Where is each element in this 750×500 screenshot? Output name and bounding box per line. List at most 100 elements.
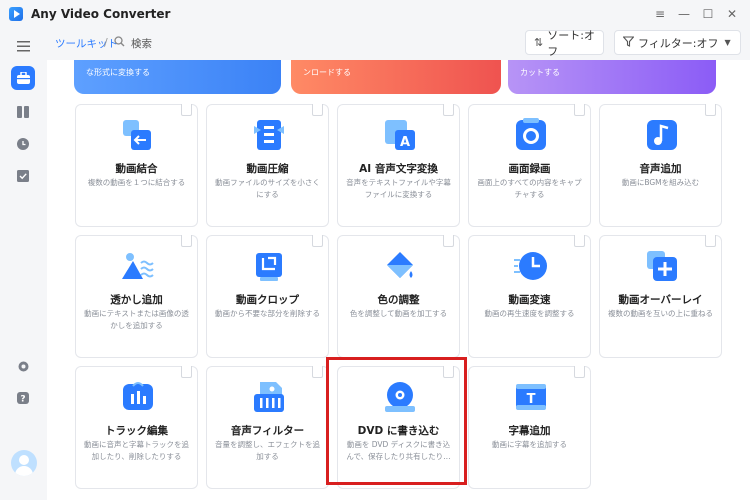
card-bookmark-icon — [312, 104, 323, 116]
app-logo-icon — [9, 7, 23, 21]
tool-card-audio-filter[interactable]: 音声フィルター 音量を調整し、エフェクトを追加する — [206, 366, 329, 489]
svg-text:?: ? — [20, 395, 25, 405]
breadcrumb-toolkit[interactable]: ツールキット — [55, 36, 118, 51]
tool-card-overlay[interactable]: 動画オーバーレイ 複数の動画を互いの上に重ねる — [599, 235, 722, 358]
card-title: トラック編集 — [105, 425, 168, 437]
tool-card-subtitle[interactable]: T 字幕追加 動画に字幕を追加する — [468, 366, 591, 489]
card-desc: 複数の動画を１つに結合する — [87, 178, 186, 187]
card-bookmark-icon — [181, 235, 192, 247]
tool-card-compress[interactable]: 動画圧縮 動画ファイルのサイズを小さくにする — [206, 104, 329, 227]
search-input[interactable]: 検索 — [131, 36, 152, 51]
card-title: 色の調整 — [377, 294, 420, 306]
close-icon[interactable]: ✕ — [720, 2, 744, 26]
user-avatar[interactable] — [11, 450, 37, 476]
tool-card-speed[interactable]: 動画変速 動画の再生速度を調整する — [468, 235, 591, 358]
card-desc: 画面上のすべての内容をキャプチャする — [477, 178, 582, 199]
tasks-icon[interactable] — [11, 164, 35, 188]
library-icon[interactable] — [11, 100, 35, 124]
card-bookmark-icon — [312, 235, 323, 247]
card-title: 動画クロップ — [236, 294, 299, 306]
watermark-icon — [122, 253, 154, 279]
card-desc: 動画に音声と字幕トラックを追加したり、削除したりする — [84, 440, 189, 461]
tool-card-add-audio[interactable]: 音声追加 動画にBGMを組み込む — [599, 104, 722, 227]
search-icon[interactable] — [114, 36, 125, 50]
card-title: 画面録画 — [508, 163, 551, 175]
card-bookmark-icon — [705, 104, 716, 116]
tool-card-track-edit[interactable]: トラック編集 動画に音声と字幕トラックを追加したり、削除したりする — [75, 366, 198, 489]
header: ツールキット / 検索 ⇅ ソート:オフ フィルター:オフ ▼ — [47, 28, 750, 60]
tool-card-dvd-burn[interactable]: DVD に書き込む 動画を DVD ディスクに書き込んで、保存したり共有したり… — [337, 366, 460, 489]
collapse-sidebar-icon[interactable] — [11, 34, 35, 58]
merge-icon — [123, 120, 151, 150]
track-edit-icon — [123, 382, 153, 410]
help-icon[interactable]: ? — [11, 386, 35, 410]
card-desc: 動画にテキストまたは画像の透かしを追加する — [84, 309, 189, 330]
banner-download[interactable]: ンロードする — [291, 60, 501, 94]
card-title: 動画圧縮 — [246, 163, 289, 175]
settings-icon[interactable] — [11, 354, 35, 378]
maximize-icon[interactable]: ☐ — [696, 2, 720, 26]
card-title: 透かし追加 — [110, 294, 163, 306]
card-bookmark-icon — [705, 235, 716, 247]
banner-convert[interactable]: な形式に変換する — [74, 60, 281, 94]
svg-text:A: A — [400, 135, 410, 150]
card-desc: 音声をテキストファイルや字幕ファイルに変換する — [346, 178, 451, 199]
sort-label: ソート:オフ — [547, 28, 595, 58]
breadcrumb-separator: / — [104, 36, 108, 49]
card-bookmark-icon — [443, 235, 454, 247]
filter-button[interactable]: フィルター:オフ ▼ — [614, 30, 741, 55]
toolkit-grid: な形式に変換する ンロードする カットする 動画結合 複数の動画を１つに結合する… — [47, 60, 750, 500]
subtitle-icon: T — [516, 384, 546, 410]
filter-label: フィルター:オフ — [638, 36, 719, 50]
screen-record-icon — [516, 118, 546, 150]
card-title: AI 音声文字変換 — [359, 163, 438, 175]
svg-text:T: T — [527, 392, 536, 407]
chevron-down-icon: ▼ — [724, 38, 731, 47]
tool-card-screen-record[interactable]: 画面録画 画面上のすべての内容をキャプチャする — [468, 104, 591, 227]
card-desc: 動画に字幕を追加する — [492, 440, 567, 449]
card-title: DVD に書き込む — [357, 425, 440, 437]
tool-card-merge[interactable]: 動画結合 複数の動画を１つに結合する — [75, 104, 198, 227]
card-title: 動画変速 — [508, 294, 551, 306]
app-title: Any Video Converter — [31, 7, 171, 21]
card-bookmark-icon — [443, 104, 454, 116]
window-controls: ≡ — ☐ ✕ — [648, 0, 744, 28]
sort-button[interactable]: ⇅ ソート:オフ — [525, 29, 604, 58]
card-desc: 動画から不要な部分を削除する — [215, 309, 320, 318]
card-desc: 動画を DVD ディスクに書き込んで、保存したり共有したり… — [346, 440, 451, 461]
card-desc: 動画にBGMを組み込む — [621, 178, 700, 187]
sidebar: ? — [0, 28, 47, 500]
card-bookmark-icon — [181, 366, 192, 378]
card-bookmark-icon — [312, 366, 323, 378]
card-title: 動画オーバーレイ — [618, 294, 703, 306]
compress-icon — [254, 120, 284, 150]
menu-icon[interactable]: ≡ — [648, 2, 672, 26]
tool-card-watermark[interactable]: 透かし追加 動画にテキストまたは画像の透かしを追加する — [75, 235, 198, 358]
add-audio-icon — [647, 120, 677, 150]
title-bar: Any Video Converter ≡ — ☐ ✕ — [0, 0, 750, 28]
tool-card-color-adjust[interactable]: 色の調整 色を調整して動画を加工する — [337, 235, 460, 358]
crop-icon — [256, 253, 282, 281]
banner-cut[interactable]: カットする — [508, 60, 716, 94]
tool-card-crop[interactable]: 動画クロップ 動画から不要な部分を削除する — [206, 235, 329, 358]
color-adjust-icon — [387, 252, 413, 278]
speed-icon — [514, 252, 547, 280]
card-bookmark-icon — [574, 104, 585, 116]
banner-text: な形式に変換する — [86, 68, 150, 77]
card-desc: 複数の動画を互いの上に重ねる — [608, 309, 713, 318]
card-bookmark-icon — [574, 366, 585, 378]
history-icon[interactable] — [11, 132, 35, 156]
toolkit-icon[interactable] — [11, 66, 35, 90]
card-title: 音声追加 — [639, 163, 682, 175]
tool-card-ai-transcribe[interactable]: A AI 音声文字変換 音声をテキストファイルや字幕ファイルに変換する — [337, 104, 460, 227]
dvd-burn-icon — [385, 382, 415, 412]
banner-text: ンロードする — [303, 68, 351, 77]
minimize-icon[interactable]: — — [672, 2, 696, 26]
card-desc: 音量を調整し、エフェクトを追加する — [215, 440, 320, 461]
card-bookmark-icon — [574, 235, 585, 247]
card-desc: 色を調整して動画を加工する — [349, 309, 448, 318]
banner-text: カットする — [520, 68, 560, 77]
card-desc: 動画の再生速度を調整する — [484, 309, 575, 318]
audio-filter-icon — [254, 382, 284, 412]
card-title: 動画結合 — [115, 163, 158, 175]
